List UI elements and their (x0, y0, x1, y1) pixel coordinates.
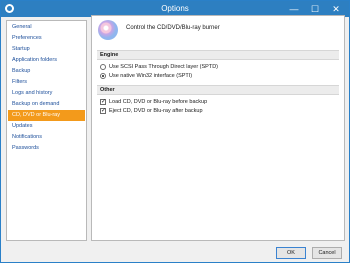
checkbox-label: Eject CD, DVD or Blu-ray after backup (109, 107, 203, 114)
checkbox-load-before-backup[interactable]: ✓ Load CD, DVD or Blu-ray before backup (100, 97, 207, 106)
options-window: Options — ☐ ✕ General Preferences Startu… (0, 0, 350, 263)
cancel-button[interactable]: Cancel (312, 247, 342, 259)
sidebar-item-passwords[interactable]: Passwords (8, 143, 85, 154)
radio-label: Use SCSI Pass Through Direct layer (SPTD… (109, 63, 219, 70)
radio-option-spti[interactable]: Use native Win32 interface (SPTI) (100, 71, 192, 80)
sidebar-item-preferences[interactable]: Preferences (8, 33, 85, 44)
sidebar-item-updates[interactable]: Updates (8, 121, 85, 132)
other-section-heading: Other (97, 85, 339, 95)
radio-button-selected[interactable] (100, 72, 106, 79)
sidebar-item-cd-dvd-bluray[interactable]: CD, DVD or Blu-ray (8, 110, 85, 121)
sidebar-item-application-folders[interactable]: Application folders (8, 55, 85, 66)
options-sidebar: General Preferences Startup Application … (6, 20, 87, 241)
sidebar-item-notifications[interactable]: Notifications (8, 132, 85, 143)
checkbox-checked[interactable]: ✓ (100, 98, 106, 105)
sidebar-item-backup-on-demand[interactable]: Backup on demand (8, 99, 85, 110)
engine-section-heading: Engine (97, 50, 339, 60)
page-title: Control the CD/DVD/Blu-ray burner (126, 25, 220, 31)
radio-button[interactable] (100, 63, 106, 70)
sidebar-item-general[interactable]: General (8, 22, 85, 33)
checkbox-label: Load CD, DVD or Blu-ray before backup (109, 98, 208, 105)
settings-panel: Control the CD/DVD/Blu-ray burner Engine… (91, 15, 345, 241)
ok-button[interactable]: OK (276, 247, 306, 259)
checkbox-eject-after-backup[interactable]: ✓ Eject CD, DVD or Blu-ray after backup (100, 106, 203, 115)
checkbox-checked[interactable]: ✓ (100, 107, 106, 114)
sidebar-item-filters[interactable]: Filters (8, 77, 85, 88)
sidebar-item-startup[interactable]: Startup (8, 44, 85, 55)
radio-label: Use native Win32 interface (SPTI) (109, 72, 193, 79)
radio-option-sptd[interactable]: Use SCSI Pass Through Direct layer (SPTD… (100, 62, 218, 71)
sidebar-item-backup[interactable]: Backup (8, 66, 85, 77)
sidebar-item-logs-and-history[interactable]: Logs and history (8, 88, 85, 99)
disc-burner-icon (98, 20, 118, 40)
